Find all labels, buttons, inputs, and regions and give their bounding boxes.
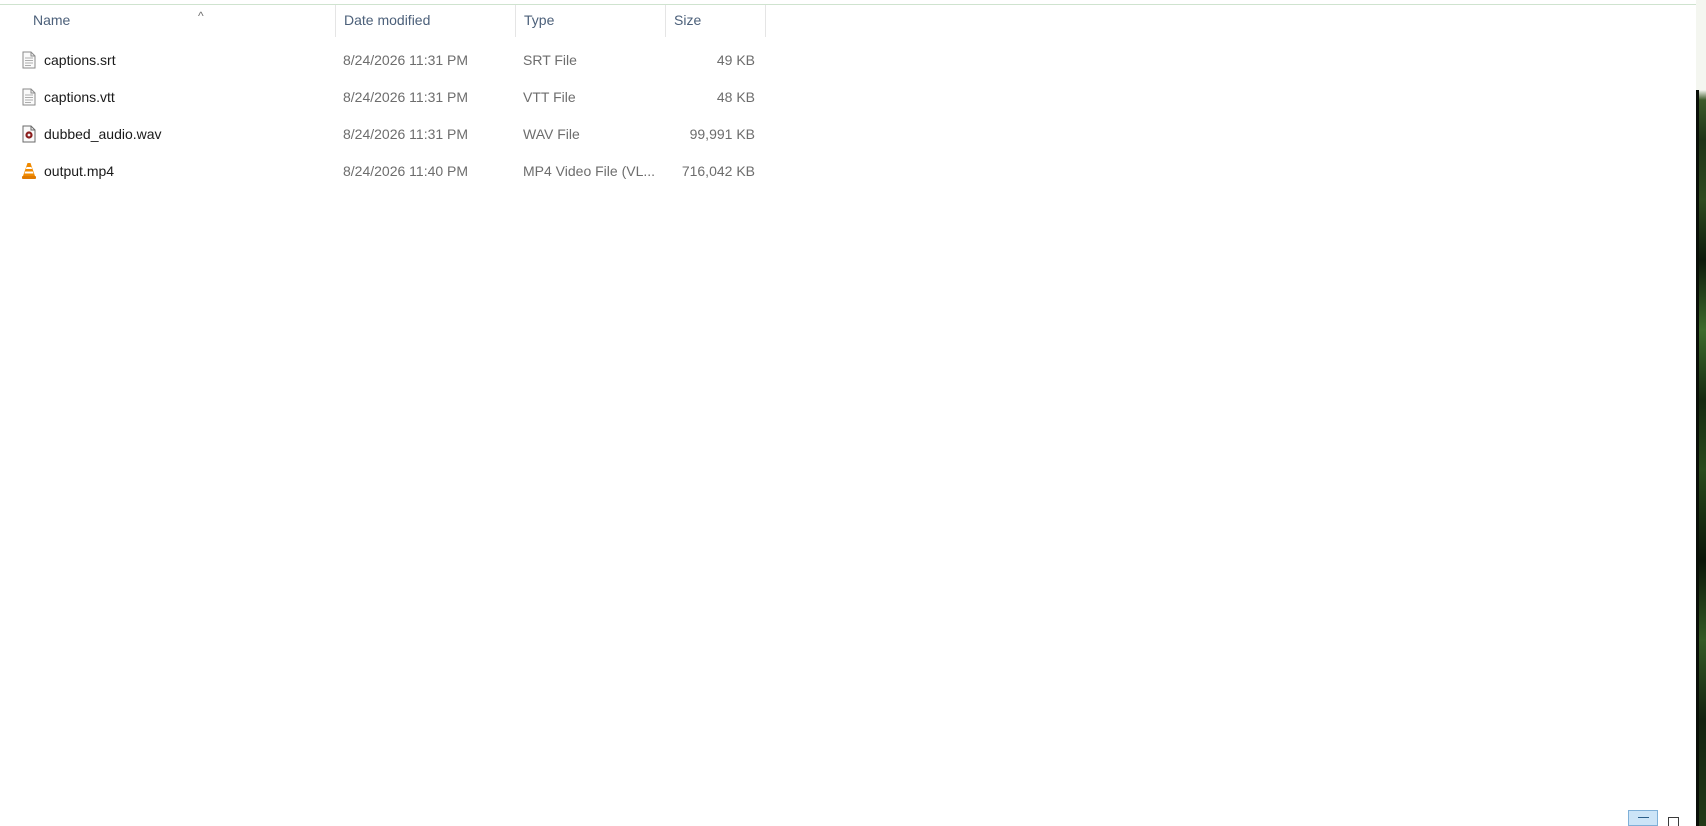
column-header-name[interactable]: Name ^ xyxy=(25,5,336,37)
column-header-name-label: Name xyxy=(33,12,71,28)
column-separator[interactable] xyxy=(765,5,766,37)
column-header-type-label: Type xyxy=(524,12,555,28)
file-date-modified: 8/24/2026 11:31 PM xyxy=(343,52,469,68)
column-header-bar: Name ^ Date modified Type Size xyxy=(0,5,1696,37)
file-name[interactable]: captions.srt xyxy=(44,42,324,79)
file-type: MP4 Video File (VL... xyxy=(523,163,656,179)
details-view-button[interactable] xyxy=(1628,810,1658,826)
column-header-size[interactable]: Size xyxy=(666,5,766,37)
file-size: 49 KB xyxy=(716,52,755,68)
text-document-icon xyxy=(22,51,36,69)
view-switcher xyxy=(1628,810,1688,826)
file-date-modified: 8/24/2026 11:40 PM xyxy=(343,163,469,179)
text-document-icon xyxy=(22,88,36,106)
file-type: WAV File xyxy=(523,126,580,142)
file-explorer-window: Name ^ Date modified Type Size captions.… xyxy=(0,0,1696,826)
file-type: SRT File xyxy=(523,52,577,68)
column-header-type[interactable]: Type xyxy=(516,5,666,37)
audio-file-icon xyxy=(22,125,36,143)
sort-ascending-icon: ^ xyxy=(198,9,204,23)
file-row[interactable]: captions.vtt 8/24/2026 11:31 PM VTT File… xyxy=(0,79,1696,116)
large-icons-view-icon[interactable] xyxy=(1668,817,1679,826)
file-type: VTT File xyxy=(523,89,576,105)
file-row[interactable]: captions.srt 8/24/2026 11:31 PM SRT File… xyxy=(0,42,1696,79)
file-size: 99,991 KB xyxy=(689,126,755,142)
desktop-background xyxy=(1696,0,1706,826)
file-date-modified: 8/24/2026 11:31 PM xyxy=(343,89,469,105)
vlc-cone-icon xyxy=(22,163,36,179)
file-size: 48 KB xyxy=(716,89,755,105)
file-name[interactable]: dubbed_audio.wav xyxy=(44,116,324,153)
file-date-modified: 8/24/2026 11:31 PM xyxy=(343,126,469,142)
column-header-date-modified[interactable]: Date modified xyxy=(336,5,516,37)
file-name[interactable]: captions.vtt xyxy=(44,79,324,116)
column-header-size-label: Size xyxy=(674,12,702,28)
file-name[interactable]: output.mp4 xyxy=(44,153,324,190)
file-size: 716,042 KB xyxy=(681,163,755,179)
details-view-icon xyxy=(1638,817,1649,818)
column-header-date-label: Date modified xyxy=(344,12,431,28)
file-row[interactable]: dubbed_audio.wav 8/24/2026 11:31 PM WAV … xyxy=(0,116,1696,153)
file-list: captions.srt 8/24/2026 11:31 PM SRT File… xyxy=(0,42,1696,190)
file-row[interactable]: output.mp4 8/24/2026 11:40 PM MP4 Video … xyxy=(0,153,1696,190)
